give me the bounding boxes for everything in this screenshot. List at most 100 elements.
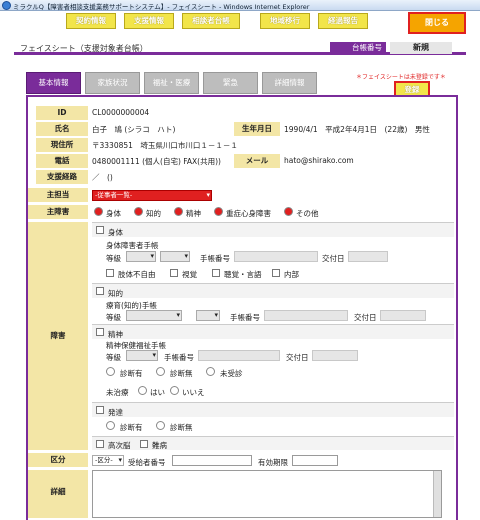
extra-row: 高次脳 難病 [92, 436, 454, 450]
division-select[interactable]: -区分- [92, 455, 124, 466]
mail-label: メール [234, 154, 280, 168]
intellectual-book-no-label: 手帳番号 [230, 313, 260, 322]
untreated-yes-label: はい [150, 388, 165, 397]
physical-issue-label: 交付日 [322, 254, 345, 263]
mental-row: 精神 [92, 324, 454, 339]
physical-row: 身体 [92, 222, 454, 237]
mental-book-no-input[interactable] [198, 350, 280, 361]
mental-grade-select[interactable] [126, 350, 158, 361]
development-diag-options: 診断有 診断無 [106, 420, 406, 432]
intellectual-book-no-input[interactable] [264, 310, 348, 321]
mental-issue-input[interactable] [312, 350, 358, 361]
mental-diag-no-radio[interactable] [156, 367, 165, 376]
unregistered-notice: ＊フェイスシートは未登録です＊ [356, 74, 446, 81]
detail-textarea[interactable] [92, 470, 442, 518]
untreated-yes-radio[interactable] [138, 386, 147, 395]
valid-period-input[interactable] [292, 455, 338, 466]
window-titlebar: ミラクルQ【障害者相談支援業務サポートシステム】- フェイスシート - Wind… [0, 0, 480, 11]
disability-mental-label: 精神 [186, 209, 201, 218]
intellectual-issue-input[interactable] [380, 310, 426, 321]
hearing-checkbox[interactable] [212, 269, 220, 277]
untreated-no-radio[interactable] [170, 386, 179, 395]
physical-grade-select[interactable] [126, 251, 156, 262]
vision-checkbox[interactable] [170, 269, 178, 277]
tab-emergency[interactable]: 緊急 [203, 72, 258, 94]
physical-items: 肢体不自由 視覚 聴覚・言語 内部 [106, 268, 406, 280]
disability-section-label: 障害 [28, 222, 88, 450]
mental-book-no-label: 手帳番号 [164, 353, 194, 362]
dev-diag-no-radio[interactable] [156, 421, 165, 430]
physical-book-label: 身体障害者手帳 [106, 241, 159, 250]
internal-checkbox[interactable] [272, 269, 280, 277]
phone-value: 0480001111 (個人(自宅) FAX(共用)) [92, 157, 221, 166]
higher-brain-checkbox[interactable] [96, 440, 104, 448]
main-staff-select[interactable]: -従事者一覧- [92, 190, 212, 201]
development-row: 発達 [92, 402, 454, 417]
development-checkbox[interactable] [96, 406, 104, 414]
main-disability-label: 主障害 [28, 205, 88, 219]
ledger-number-value: 新規 [390, 42, 452, 54]
untreated-no-label: いいえ [182, 388, 205, 397]
detail-label: 詳細 [28, 470, 88, 518]
main-staff-label: 主担当 [28, 188, 88, 202]
intellectual-subgrade-select[interactable] [196, 310, 220, 321]
ie-icon [2, 1, 11, 10]
intellectual-row: 知的 [92, 283, 454, 298]
disability-severe-radio[interactable] [214, 207, 223, 216]
intractable-checkbox[interactable] [140, 440, 148, 448]
support-info-button[interactable]: 支援情報 [124, 13, 174, 29]
valid-period-label: 有効期限 [258, 458, 288, 467]
tab-details[interactable]: 詳細情報 [262, 72, 317, 94]
client-ledger-button[interactable]: 相談者台帳 [182, 13, 240, 29]
division-label: 区分 [28, 453, 88, 467]
dev-diag-yes-label: 診断有 [120, 423, 143, 432]
community-transition-button[interactable]: 地域移行 [260, 13, 310, 29]
higher-brain-label: 高次脳 [108, 441, 131, 450]
name-label: 氏名 [36, 122, 88, 136]
intellectual-grade-select[interactable] [126, 310, 182, 321]
mental-unexamined-radio[interactable] [206, 367, 215, 376]
intellectual-checkbox[interactable] [96, 287, 104, 295]
mail-value: hato@shirako.com [284, 156, 354, 165]
progress-report-button[interactable]: 経過報告 [318, 13, 368, 29]
disability-physical-radio[interactable] [94, 207, 103, 216]
disability-intellectual-radio[interactable] [134, 207, 143, 216]
support-route-value: ／ () [92, 173, 113, 182]
id-label: ID [36, 106, 88, 120]
physical-issue-input[interactable] [348, 251, 388, 262]
address-value: 〒3330851 埼玉県川口市川口１－１－１ [92, 141, 238, 150]
dev-diag-yes-radio[interactable] [106, 421, 115, 430]
mental-diag-yes-radio[interactable] [106, 367, 115, 376]
tab-basic-info[interactable]: 基本情報 [26, 72, 81, 94]
detail-scrollbar[interactable] [433, 471, 441, 517]
dob-label: 生年月日 [234, 122, 280, 136]
certificate-no-input[interactable] [172, 455, 252, 466]
limb-label: 肢体不自由 [118, 270, 156, 279]
disability-mental-radio[interactable] [174, 207, 183, 216]
tab-welfare-medical[interactable]: 福祉・医療 [144, 72, 199, 94]
close-button[interactable]: 閉じる [408, 12, 466, 34]
tab-family[interactable]: 家族状況 [85, 72, 140, 94]
disability-other-radio[interactable] [284, 207, 293, 216]
limb-checkbox[interactable] [106, 269, 114, 277]
mental-label: 精神 [108, 330, 123, 339]
mental-issue-label: 交付日 [286, 353, 309, 362]
intellectual-issue-label: 交付日 [354, 313, 377, 322]
disability-severe-label: 重症心身障害 [226, 209, 271, 218]
disability-physical-label: 身体 [106, 209, 121, 218]
dev-diag-no-label: 診断無 [170, 423, 193, 432]
intellectual-grade-label: 等級 [106, 313, 121, 322]
mental-diag-yes-label: 診断有 [120, 369, 143, 378]
support-route-label: 支援経路 [36, 170, 88, 184]
internal-label: 内部 [284, 270, 299, 279]
mental-grade-label: 等級 [106, 353, 121, 362]
intellectual-label: 知的 [108, 289, 123, 298]
physical-subgrade-select[interactable] [160, 251, 190, 262]
address-label: 現住所 [36, 138, 88, 152]
mental-checkbox[interactable] [96, 328, 104, 336]
page-title: フェイスシート（支援対象者台帳） [20, 44, 148, 53]
name-value: 白子 鳩 (シラコ ハト) [92, 125, 176, 134]
physical-checkbox[interactable] [96, 226, 104, 234]
physical-book-no-input[interactable] [234, 251, 318, 262]
contract-info-button[interactable]: 契約情報 [66, 13, 116, 29]
